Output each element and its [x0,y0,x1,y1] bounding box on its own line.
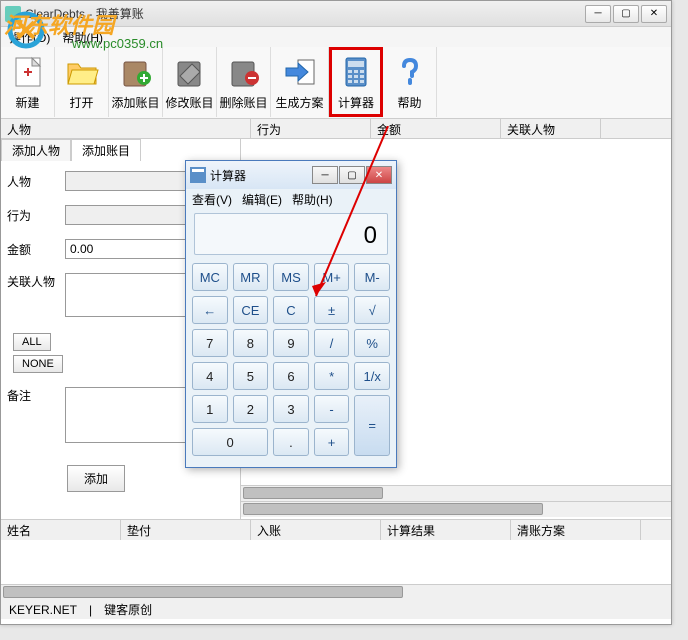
all-button[interactable]: ALL [13,333,51,351]
status-site: KEYER.NET [9,603,77,617]
tool-add-account[interactable]: 添加账目 [109,47,163,117]
toolbar: 新建 打开 添加账目 修改账目 删除账目 生成方案 计算器 帮助 [1,47,671,119]
none-button[interactable]: NONE [13,355,63,373]
tool-open[interactable]: 打开 [55,47,109,117]
tool-help[interactable]: 帮助 [383,47,437,117]
calc-add[interactable]: + [314,428,350,456]
person-label: 人物 [7,173,59,190]
open-icon [64,54,100,90]
col-calc-result[interactable]: 计算结果 [381,520,511,540]
right-scrollbar[interactable] [241,485,671,501]
delete-account-icon [226,54,262,90]
calc-8[interactable]: 8 [233,329,269,357]
calc-inv[interactable]: 1/x [354,362,390,390]
col-person[interactable]: 人物 [1,119,251,138]
calc-ms[interactable]: MS [273,263,309,291]
tool-calculator[interactable]: 计算器 [329,47,383,117]
bottom-content [1,540,671,584]
calc-3[interactable]: 3 [273,395,309,423]
calc-6[interactable]: 6 [273,362,309,390]
calc-title: 计算器 [210,167,312,184]
col-clear-plan[interactable]: 清账方案 [511,520,641,540]
new-icon [10,54,46,90]
right-scrollbar-2[interactable] [241,501,671,517]
col-income[interactable]: 入账 [251,520,381,540]
calc-0[interactable]: 0 [192,428,268,456]
maximize-button[interactable]: ▢ [613,5,639,23]
remark-label: 备注 [7,387,59,404]
calc-c[interactable]: C [273,296,309,324]
calc-div[interactable]: / [314,329,350,357]
calc-app-icon [190,167,206,183]
tool-new[interactable]: 新建 [1,47,55,117]
calc-sub[interactable]: - [314,395,350,423]
annotation-arrow [308,126,428,316]
bottom-header: 姓名 垫付 入账 计算结果 清账方案 [1,520,671,540]
help-icon [392,54,428,90]
col-advance[interactable]: 垫付 [121,520,251,540]
add-account-icon [118,54,154,90]
calc-menu-edit[interactable]: 编辑(E) [242,191,282,208]
calc-5[interactable]: 5 [233,362,269,390]
related-person-label: 关联人物 [7,273,59,290]
tab-add-account[interactable]: 添加账目 [71,139,141,161]
action-label: 行为 [7,207,59,224]
generate-plan-icon [282,54,318,90]
watermark-url: www.pc0359.cn [72,36,163,51]
calc-back[interactable]: ← [192,296,228,324]
calc-dot[interactable]: . [273,428,309,456]
calculator-icon [338,54,374,90]
calc-1[interactable]: 1 [192,395,228,423]
bottom-scrollbar[interactable] [1,584,671,600]
amount-label: 金额 [7,241,59,258]
calc-pct[interactable]: % [354,329,390,357]
window-controls: ─ ▢ ✕ [585,5,667,23]
calc-4[interactable]: 4 [192,362,228,390]
calc-eq[interactable]: = [354,395,390,456]
calc-mc[interactable]: MC [192,263,228,291]
tab-add-person[interactable]: 添加人物 [1,139,71,161]
calc-7[interactable]: 7 [192,329,228,357]
close-button[interactable]: ✕ [641,5,667,23]
calc-mul[interactable]: * [314,362,350,390]
status-author: 键客原创 [104,601,152,618]
calc-ce[interactable]: CE [233,296,269,324]
tool-delete-account[interactable]: 删除账目 [217,47,271,117]
tool-generate-plan[interactable]: 生成方案 [271,47,329,117]
calc-mr[interactable]: MR [233,263,269,291]
status-divider: | [89,603,92,617]
col-related-person[interactable]: 关联人物 [501,119,601,138]
minimize-button[interactable]: ─ [585,5,611,23]
statusbar: KEYER.NET | 键客原创 [1,599,671,619]
edit-account-icon [172,54,208,90]
add-button[interactable]: 添加 [67,465,125,492]
tabs: 添加人物 添加账目 [1,139,240,161]
calc-9[interactable]: 9 [273,329,309,357]
tool-edit-account[interactable]: 修改账目 [163,47,217,117]
bottom-grid: 姓名 垫付 入账 计算结果 清账方案 [1,519,671,599]
calc-2[interactable]: 2 [233,395,269,423]
calc-menu-view[interactable]: 查看(V) [192,191,232,208]
col-name[interactable]: 姓名 [1,520,121,540]
